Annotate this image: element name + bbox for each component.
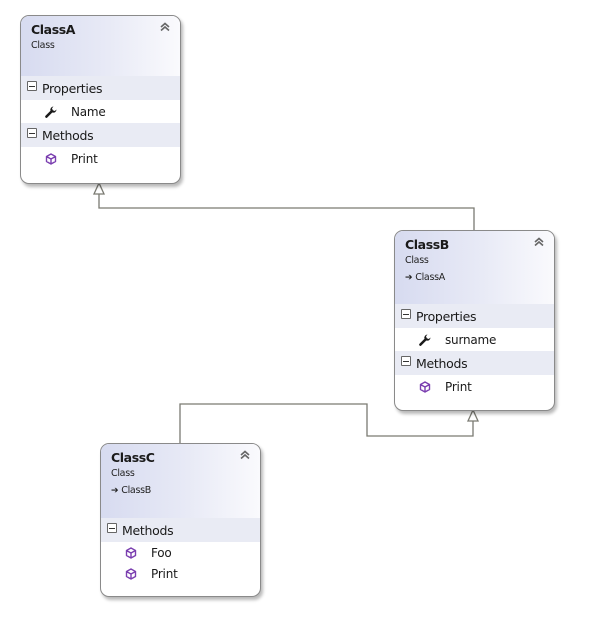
method-item[interactable]: Print: [21, 147, 180, 170]
method-item[interactable]: Print: [395, 375, 554, 398]
class-name: ClassB: [405, 237, 449, 252]
section-label: Methods: [416, 355, 468, 371]
class-name: ClassA: [31, 22, 76, 37]
inherits-arrow-icon: ➔: [111, 486, 119, 496]
section-label: Properties: [42, 80, 103, 96]
method-name: Print: [151, 566, 178, 581]
collapse-minus-icon[interactable]: [401, 356, 411, 366]
base-class-name: ClassB: [121, 485, 151, 496]
properties-section-header[interactable]: Properties: [21, 76, 180, 100]
property-name: Name: [71, 104, 106, 119]
collapse-minus-icon[interactable]: [107, 523, 117, 533]
method-name: Print: [445, 379, 472, 394]
class-box-classc[interactable]: ClassC Class ➔ ClassB Methods Foo Print: [100, 443, 261, 597]
collapse-chevron-icon[interactable]: [533, 236, 545, 248]
method-item[interactable]: Print: [101, 563, 260, 584]
collapse-minus-icon[interactable]: [27, 81, 37, 91]
class-header: ClassB Class ➔ ClassA: [395, 231, 554, 304]
methods-section-header[interactable]: Methods: [101, 518, 260, 542]
base-class-name: ClassA: [415, 272, 445, 283]
inherits-arrow-icon: ➔: [405, 273, 413, 283]
class-header: ClassA Class: [21, 16, 180, 76]
collapse-minus-icon[interactable]: [27, 128, 37, 138]
section-label: Methods: [122, 522, 174, 538]
base-class: ➔ ClassB: [111, 484, 250, 498]
property-name: surname: [445, 332, 497, 347]
methods-section-header[interactable]: Methods: [21, 123, 180, 147]
class-kind: Class: [111, 468, 135, 479]
inheritance-arrowhead: [466, 408, 480, 422]
collapse-minus-icon[interactable]: [401, 309, 411, 319]
wrench-icon: [417, 332, 433, 348]
section-label: Methods: [42, 127, 94, 143]
property-item[interactable]: surname: [395, 328, 554, 351]
class-header: ClassC Class ➔ ClassB: [101, 444, 260, 518]
method-cube-icon: [43, 151, 59, 167]
method-cube-icon: [417, 379, 433, 395]
wrench-icon: [43, 104, 59, 120]
collapse-chevron-icon[interactable]: [239, 449, 251, 461]
method-name: Foo: [151, 545, 172, 560]
method-cube-icon: [123, 566, 139, 582]
collapse-chevron-icon[interactable]: [159, 21, 171, 33]
base-class: ➔ ClassA: [405, 271, 544, 285]
property-item[interactable]: Name: [21, 100, 180, 123]
class-kind: Class: [405, 255, 429, 266]
properties-section-header[interactable]: Properties: [395, 304, 554, 328]
inheritance-arrowhead: [92, 181, 106, 195]
class-name: ClassC: [111, 450, 155, 465]
class-box-classa[interactable]: ClassA Class Properties Name Methods Pri…: [20, 15, 181, 184]
class-kind: Class: [31, 40, 55, 51]
class-box-classb[interactable]: ClassB Class ➔ ClassA Properties surname …: [394, 230, 555, 411]
section-label: Properties: [416, 308, 477, 324]
methods-section-header[interactable]: Methods: [395, 351, 554, 375]
method-cube-icon: [123, 545, 139, 561]
method-name: Print: [71, 151, 98, 166]
edge-classb-to-classa: [92, 181, 475, 230]
method-item[interactable]: Foo: [101, 542, 260, 563]
